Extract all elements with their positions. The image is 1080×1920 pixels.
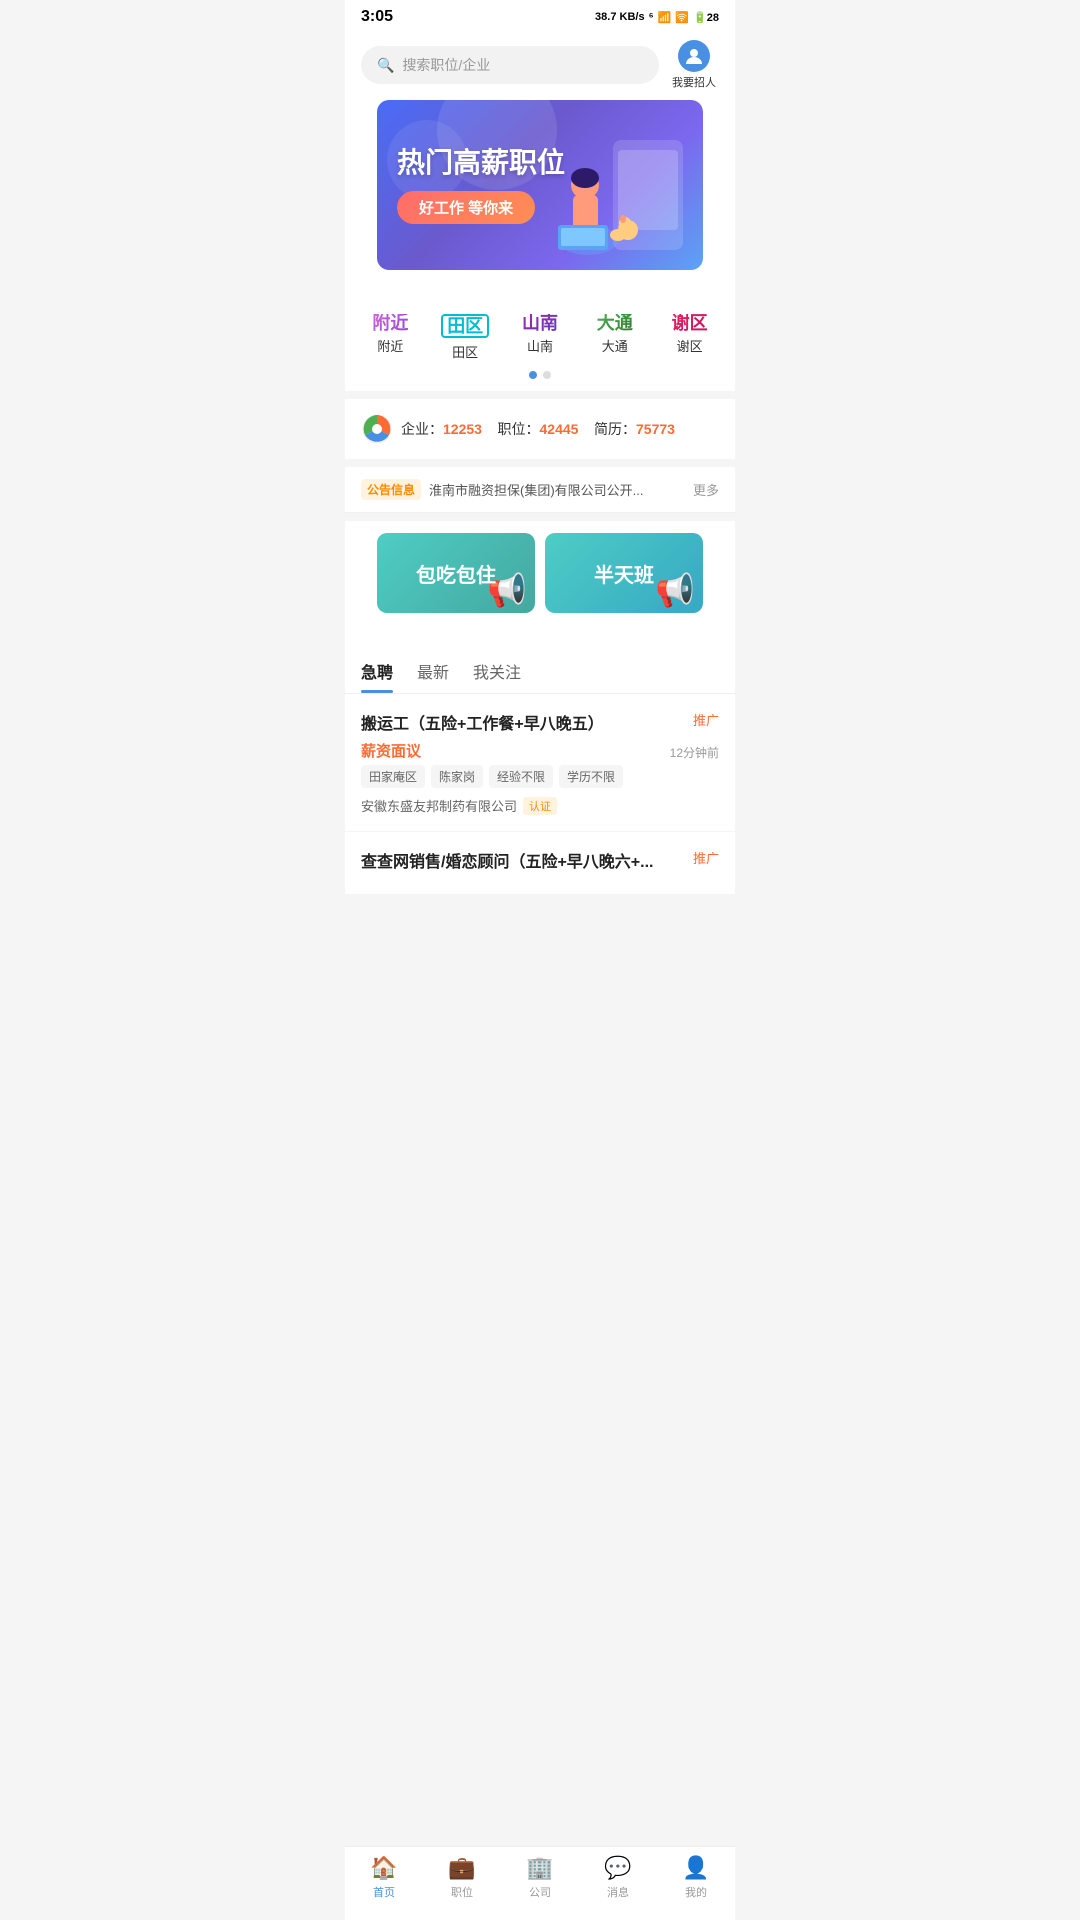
job-promoted-1: 推广 bbox=[693, 710, 719, 729]
pagination-dots bbox=[345, 371, 735, 379]
job-tag-exp: 经验不限 bbox=[489, 765, 553, 788]
job-title-2: 查查网销售/婚恋顾问（五险+早八晚六+... bbox=[361, 848, 693, 872]
resume-num: 75773 bbox=[636, 421, 675, 437]
tab-followed[interactable]: 我关注 bbox=[473, 645, 521, 693]
dot-1 bbox=[529, 371, 537, 379]
job-header-1: 搬运工（五险+工作餐+早八晚五） 推广 bbox=[361, 710, 719, 734]
nav-home-label: 首页 bbox=[373, 1884, 395, 1900]
category-label-nearby: 附近 bbox=[377, 336, 403, 355]
tab-urgent[interactable]: 急聘 bbox=[361, 645, 393, 693]
banner-content: 热门高薪职位 好工作 等你来 bbox=[377, 126, 585, 245]
banner-card-halfday[interactable]: 半天班 📢 bbox=[545, 533, 703, 613]
banner-title: 热门高薪职位 bbox=[397, 146, 565, 180]
dot-2 bbox=[543, 371, 551, 379]
company-icon: 🏢 bbox=[526, 1855, 553, 1881]
banner-card-halfday-text: 半天班 bbox=[594, 559, 654, 588]
nav-home[interactable]: 🏠 首页 bbox=[345, 1855, 423, 1900]
category-label-shannan: 山南 bbox=[527, 336, 553, 355]
status-time: 3:05 bbox=[361, 8, 393, 26]
nav-company[interactable]: 🏢 公司 bbox=[501, 1855, 579, 1900]
banner-card-food[interactable]: 包吃包住 📢 bbox=[377, 533, 535, 613]
wifi-icon: 🛜 bbox=[675, 11, 689, 24]
home-icon: 🏠 bbox=[370, 1855, 397, 1881]
announce-text: 淮南市融资担保(集团)有限公司公开... bbox=[429, 480, 685, 499]
hero-banner[interactable]: 热门高薪职位 好工作 等你来 bbox=[377, 100, 703, 270]
recruit-icon bbox=[678, 40, 710, 72]
category-item-datong[interactable]: 大通 大通 bbox=[585, 314, 645, 361]
search-placeholder: 搜索职位/企业 bbox=[402, 55, 490, 75]
nav-profile-label: 我的 bbox=[685, 1884, 707, 1900]
category-icon-datong: 大通 bbox=[597, 314, 633, 332]
nav-jobs-label: 职位 bbox=[451, 1884, 473, 1900]
resume-label: 简历： bbox=[594, 421, 636, 437]
company-cert-1: 认证 bbox=[523, 797, 557, 815]
category-icon-xiequ: 谢区 bbox=[672, 314, 708, 332]
stats-text: 企业：12253 职位：42445 简历：75773 bbox=[401, 419, 719, 439]
nav-messages[interactable]: 💬 消息 bbox=[579, 1855, 657, 1900]
job-num: 42445 bbox=[540, 421, 579, 437]
company-name-1: 安徽东盛友邦制药有限公司 bbox=[361, 796, 517, 815]
job-tag-location: 陈家岗 bbox=[431, 765, 483, 788]
battery-icon: 🔋28 bbox=[693, 11, 719, 24]
banner-cards: 包吃包住 📢 半天班 📢 bbox=[361, 533, 719, 613]
nav-company-label: 公司 bbox=[529, 1884, 551, 1900]
job-item-1[interactable]: 搬运工（五险+工作餐+早八晚五） 推广 薪资面议 12分钟前 田家庵区 陈家岗 … bbox=[345, 694, 735, 832]
company-row-1: 安徽东盛友邦制药有限公司 认证 bbox=[361, 796, 719, 815]
enterprise-label: 企业： bbox=[401, 421, 443, 437]
job-item-2[interactable]: 查查网销售/婚恋顾问（五险+早八晚六+... 推广 bbox=[345, 832, 735, 895]
job-tag-edu: 学历不限 bbox=[559, 765, 623, 788]
category-icon-nearby: 附近 bbox=[372, 314, 408, 332]
job-label: 职位： bbox=[498, 421, 540, 437]
announce-tag: 公告信息 bbox=[361, 479, 421, 500]
job-tabs: 急聘 最新 我关注 bbox=[345, 645, 735, 694]
job-list: 搬运工（五险+工作餐+早八晚五） 推广 薪资面议 12分钟前 田家庵区 陈家岗 … bbox=[345, 694, 735, 895]
category-label-tianqu: 田区 bbox=[452, 342, 478, 361]
category-icon-tianqu: 田区 bbox=[441, 314, 489, 338]
category-label-datong: 大通 bbox=[602, 336, 628, 355]
job-tags-1: 田家庵区 陈家岗 经验不限 学历不限 bbox=[361, 765, 719, 788]
job-time-1: 12分钟前 bbox=[670, 744, 719, 761]
search-input-wrap[interactable]: 🔍 搜索职位/企业 bbox=[361, 46, 659, 84]
status-bar: 3:05 38.7 KB/s ⁶ 📶 🛜 🔋28 bbox=[345, 0, 735, 30]
banner-card-food-text: 包吃包住 bbox=[416, 559, 496, 588]
search-bar: 🔍 搜索职位/企业 我要招人 bbox=[345, 30, 735, 100]
profile-icon: 👤 bbox=[682, 1855, 709, 1881]
job-header-2: 查查网销售/婚恋顾问（五险+早八晚六+... 推广 bbox=[361, 848, 719, 872]
salary-row-1: 薪资面议 12分钟前 bbox=[361, 740, 719, 765]
tab-latest[interactable]: 最新 bbox=[417, 645, 449, 693]
nav-jobs[interactable]: 💼 职位 bbox=[423, 1855, 501, 1900]
bluetooth-icon: ⁶ bbox=[649, 11, 654, 23]
category-label-xiequ: 谢区 bbox=[677, 336, 703, 355]
category-item-nearby[interactable]: 附近 附近 bbox=[360, 314, 420, 361]
category-icon-shannan: 山南 bbox=[522, 314, 558, 332]
category-item-xiequ[interactable]: 谢区 谢区 bbox=[660, 314, 720, 361]
enterprise-num: 12253 bbox=[443, 421, 482, 437]
job-salary-1: 薪资面议 bbox=[361, 740, 421, 761]
category-item-shannan[interactable]: 山南 山南 bbox=[510, 314, 570, 361]
signal-icon: 📶 bbox=[658, 11, 672, 24]
network-speed: 38.7 KB/s bbox=[595, 11, 645, 23]
category-item-tianqu[interactable]: 田区 田区 bbox=[435, 314, 495, 361]
category-row: 附近 附近 田区 田区 山南 山南 大通 大通 谢区 谢区 bbox=[345, 314, 735, 361]
announce-more[interactable]: 更多 bbox=[693, 480, 719, 499]
announcement-bar[interactable]: 公告信息 淮南市融资担保(集团)有限公司公开... 更多 bbox=[345, 467, 735, 513]
category-section: 附近 附近 田区 田区 山南 山南 大通 大通 谢区 谢区 bbox=[345, 298, 735, 391]
jobs-icon: 💼 bbox=[448, 1855, 475, 1881]
status-icons: 38.7 KB/s ⁶ 📶 🛜 🔋28 bbox=[595, 11, 719, 24]
stats-bar: 企业：12253 职位：42445 简历：75773 bbox=[345, 399, 735, 459]
banner-subtitle: 好工作 等你来 bbox=[397, 191, 535, 224]
stats-logo bbox=[361, 413, 393, 445]
job-tag-district: 田家庵区 bbox=[361, 765, 425, 788]
job-promoted-2: 推广 bbox=[693, 848, 719, 867]
recruit-label: 我要招人 bbox=[672, 74, 716, 90]
bottom-nav: 🏠 首页 💼 职位 🏢 公司 💬 消息 👤 我的 bbox=[345, 1846, 735, 1920]
messages-icon: 💬 bbox=[604, 1855, 631, 1881]
nav-messages-label: 消息 bbox=[607, 1884, 629, 1900]
search-icon: 🔍 bbox=[377, 57, 394, 74]
recruit-button[interactable]: 我要招人 bbox=[669, 40, 719, 90]
megaphone-icon-2: 📢 bbox=[655, 571, 695, 609]
job-title-1: 搬运工（五险+工作餐+早八晚五） bbox=[361, 710, 693, 734]
nav-profile[interactable]: 👤 我的 bbox=[657, 1855, 735, 1900]
